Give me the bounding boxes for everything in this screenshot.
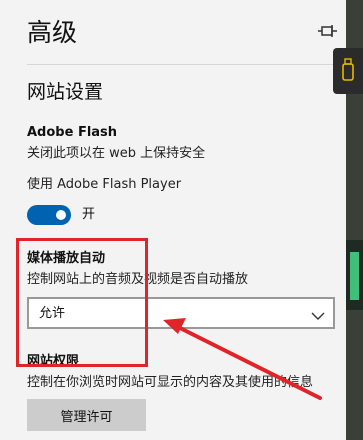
flash-toggle[interactable] bbox=[27, 205, 71, 225]
flash-description: 关闭此项以在 web 上保持安全 bbox=[27, 146, 206, 161]
usb-icon bbox=[341, 58, 355, 82]
site-permissions-description: 控制在你浏览时网站可显示的内容及其使用的信息 bbox=[27, 375, 314, 390]
advanced-settings-panel: 高级 网站设置 Adobe Flash 关闭此项以在 web 上保持安全 使用 … bbox=[0, 0, 346, 440]
scrollbar-thumb[interactable] bbox=[350, 252, 359, 300]
flash-toggle-state: 开 bbox=[82, 207, 96, 222]
flash-toggle-label: 使用 Adobe Flash Player bbox=[27, 177, 182, 192]
header-divider bbox=[27, 64, 345, 65]
flash-heading: Adobe Flash bbox=[27, 125, 118, 140]
toggle-knob bbox=[56, 210, 66, 220]
side-tab[interactable] bbox=[333, 48, 363, 94]
pin-icon[interactable] bbox=[316, 22, 338, 42]
section-title-website-settings: 网站设置 bbox=[27, 81, 104, 103]
background-scroll-region bbox=[346, 240, 363, 310]
chevron-down-icon bbox=[311, 307, 325, 320]
manage-permissions-button[interactable]: 管理许可 bbox=[27, 399, 146, 431]
annotation-highlight-box bbox=[16, 238, 148, 367]
page-title: 高级 bbox=[27, 18, 78, 47]
edge-settings-page: 高级 网站设置 Adobe Flash 关闭此项以在 web 上保持安全 使用 … bbox=[0, 0, 363, 440]
